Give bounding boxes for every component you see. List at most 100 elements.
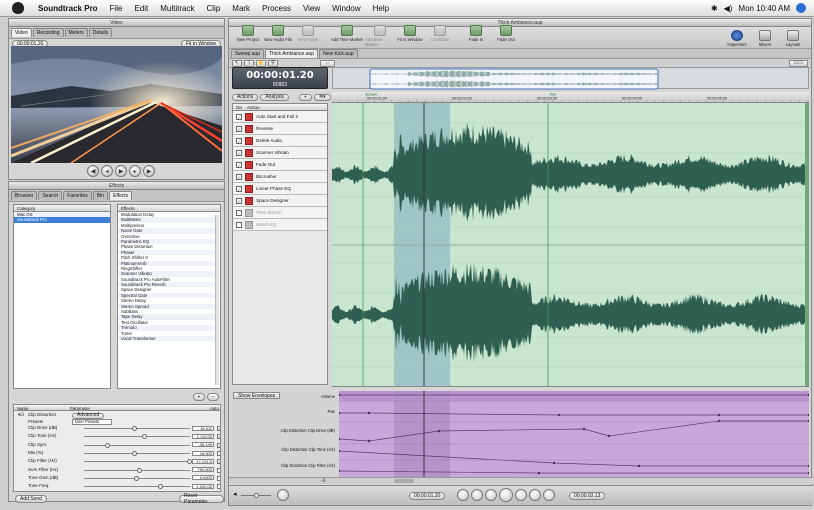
layouts-button[interactable]: Layouts (779, 30, 807, 47)
action-checkbox[interactable] (236, 221, 242, 228)
toolbar-button-fade-out[interactable]: Fade Out (491, 25, 521, 47)
menu-window[interactable]: Window (326, 4, 366, 13)
vertical-scrollbar[interactable] (805, 103, 809, 386)
menu-view[interactable]: View (297, 4, 326, 13)
toolbar-button-fade-in[interactable]: Fade In (461, 25, 491, 47)
video-back-button[interactable]: ◂ (101, 165, 113, 177)
param-value-field[interactable]: 17,221.0 (192, 458, 214, 464)
video-end-button[interactable]: ▶ (143, 165, 155, 177)
record-button[interactable] (457, 489, 469, 501)
mixers-button[interactable]: Mixers (751, 30, 779, 47)
tab-meters[interactable]: Meters (64, 28, 88, 37)
timeline-ruler[interactable]: 00:00:01:00 00:00:02:00 00:00:03:00 00:00:0… (331, 92, 809, 103)
play-button[interactable] (499, 488, 513, 502)
remove-effect-button[interactable]: − (207, 393, 219, 401)
param-value-field[interactable]: 750.000 (192, 467, 214, 473)
forward-button[interactable] (515, 489, 527, 501)
tab-effects[interactable]: Effects (108, 191, 133, 200)
zoom-out-icon[interactable]: ◂ (233, 490, 237, 498)
param-value-field[interactable]: 18.000 (192, 450, 214, 456)
param-auto-checkbox[interactable] (217, 475, 220, 481)
action-checkbox[interactable]: ✓ (236, 125, 242, 132)
envelope-point[interactable] (339, 437, 341, 441)
tab-recording[interactable]: Recording (32, 28, 64, 37)
menu-app[interactable]: Soundtrack Pro (32, 4, 104, 13)
envelope-point[interactable] (807, 471, 809, 475)
envelope-point[interactable] (557, 413, 561, 417)
waveform-overview[interactable] (332, 67, 809, 90)
toolbar-button-crossfade[interactable]: Crossfade (425, 25, 455, 47)
param-auto-checkbox[interactable]: ✓ (217, 442, 220, 448)
spotlight-icon[interactable] (796, 3, 806, 13)
doc-tab-thick-ambiance[interactable]: Thick Ambiance.aup (265, 49, 319, 58)
action-item[interactable]: ✓ Fade Out (233, 159, 327, 171)
toolbar-button-add-beat-marker[interactable]: Add Beat Marker (365, 25, 395, 47)
envelope-point[interactable] (582, 427, 586, 431)
toolbar-button-new-track[interactable]: New Track (293, 25, 323, 47)
action-menu-button[interactable]: ✲▾ (313, 93, 331, 101)
category-item[interactable]: Soundtrack Pro (14, 217, 110, 223)
inspectors-button[interactable]: Inspectors (723, 30, 751, 47)
envelope-point[interactable] (437, 429, 441, 433)
param-slider[interactable] (84, 475, 190, 481)
cycle-button[interactable] (543, 489, 555, 501)
param-slider[interactable] (84, 442, 190, 448)
action-item[interactable]: ✓ Scanner Vibrato (233, 147, 327, 159)
param-auto-checkbox[interactable] (217, 467, 220, 473)
menu-mark[interactable]: Mark (226, 4, 256, 13)
layer-select[interactable]: ⇔ (320, 59, 335, 67)
menu-file[interactable]: File (104, 4, 129, 13)
tab-browser[interactable]: Browser (11, 191, 38, 200)
tab-favorites[interactable]: Favorites (63, 191, 92, 200)
envelope-point[interactable] (367, 411, 371, 415)
action-checkbox[interactable] (236, 209, 242, 216)
param-value-field[interactable]: -36.149 (192, 442, 214, 448)
add-action-button[interactable]: + (299, 93, 312, 101)
apple-icon[interactable] (12, 2, 24, 14)
param-auto-checkbox[interactable]: ✓ (217, 426, 220, 431)
param-auto-checkbox[interactable]: ✓ (217, 434, 220, 440)
zoom-slider[interactable] (241, 493, 271, 498)
menu-clip[interactable]: Clip (201, 4, 227, 13)
waveform-editor[interactable]: 0 (332, 103, 809, 387)
show-envelopes-select[interactable]: Show Envelopes (233, 392, 281, 399)
envelope-point[interactable] (339, 469, 341, 473)
param-auto-checkbox[interactable] (217, 450, 220, 456)
rewind-button[interactable] (471, 489, 483, 501)
action-checkbox[interactable]: ✓ (236, 185, 242, 192)
envelope-point[interactable] (367, 439, 371, 443)
toolbar-button-fit-in-window[interactable]: Fit in Window (395, 25, 425, 47)
envelope-point[interactable] (717, 413, 721, 417)
envelope-editor[interactable] (339, 391, 809, 483)
doc-tab-new-kick[interactable]: New Kick.aup (319, 49, 358, 58)
back-button[interactable] (485, 489, 497, 501)
param-value-field[interactable]: 1,110.00 (192, 433, 214, 439)
add-effect-button[interactable]: + (193, 393, 205, 401)
action-item[interactable]: ✓ Reverse (233, 123, 327, 135)
param-slider[interactable] (84, 434, 190, 440)
menu-process[interactable]: Process (256, 4, 297, 13)
volume-icon[interactable]: ◀) (724, 4, 733, 13)
action-item[interactable]: Match EQ (233, 219, 327, 231)
loop-button[interactable] (277, 489, 289, 501)
actions-tab[interactable]: Actions (232, 93, 259, 101)
param-value-field[interactable]: 1,100.00 (192, 483, 214, 489)
video-forward-button[interactable]: ▸ (129, 165, 141, 177)
timecode-display[interactable]: 00:00:01.20 80953 (232, 67, 328, 89)
param-slider-knob[interactable] (131, 426, 137, 431)
tab-bin[interactable]: Bin (92, 191, 108, 200)
param-slider-knob[interactable] (158, 484, 164, 490)
marker-label[interactable]: Fall (550, 93, 556, 97)
tab-details[interactable]: Details (88, 28, 113, 37)
param-slider-knob[interactable] (137, 467, 142, 473)
envelope-point[interactable] (537, 471, 541, 475)
envelope-point[interactable] (339, 449, 341, 453)
param-slider-knob[interactable] (142, 434, 148, 440)
presets-select[interactable]: User Presets (72, 419, 112, 425)
action-checkbox[interactable]: ✓ (236, 113, 242, 120)
action-item[interactable]: Time Stretch (233, 207, 327, 219)
envelope-point[interactable] (807, 464, 809, 468)
view-toggle-button[interactable]: ▭▭ (788, 59, 808, 67)
param-slider[interactable] (84, 426, 190, 431)
param-value-field[interactable]: 15.611 (192, 425, 214, 431)
